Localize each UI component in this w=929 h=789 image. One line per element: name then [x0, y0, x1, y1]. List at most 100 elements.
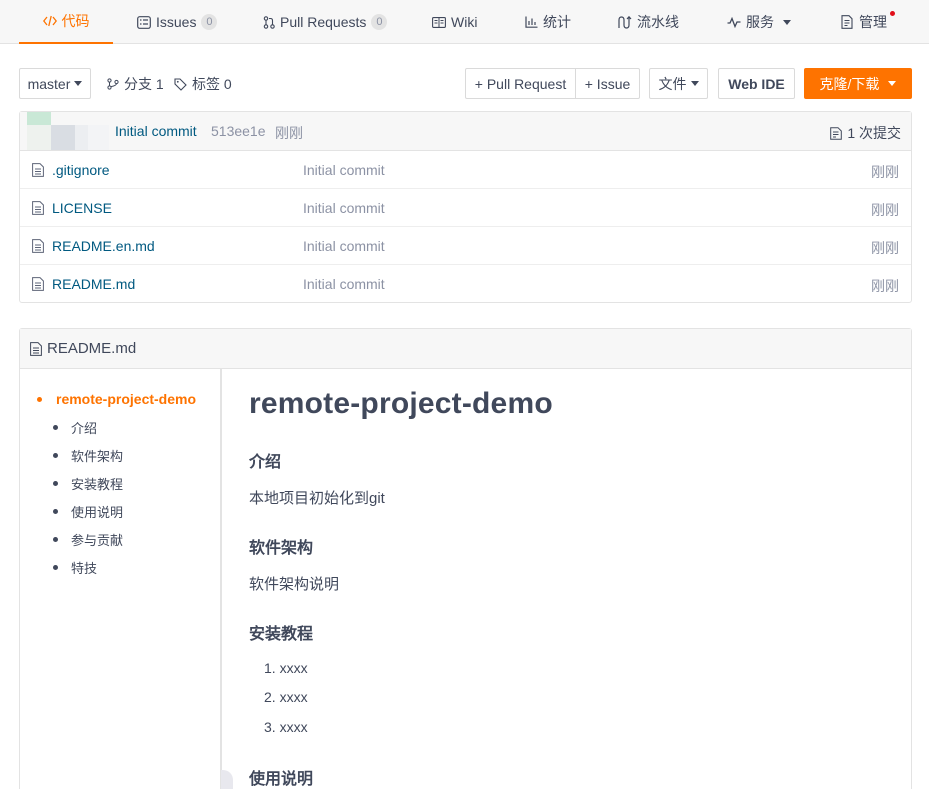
file-commit-message[interactable]: Initial commit — [303, 238, 385, 254]
readme-filename: README.md — [47, 340, 137, 357]
branch-icon — [107, 78, 119, 90]
branch-select[interactable]: master — [19, 68, 91, 99]
tab-stats-label: 统计 — [543, 14, 571, 30]
toc-item[interactable]: 参与贡献 — [71, 530, 123, 549]
readme-heading: remote-project-demo — [249, 387, 553, 420]
tags-label: 标签 0 — [192, 76, 232, 92]
toc-bullet — [53, 509, 58, 514]
readme-header: README.md — [20, 329, 911, 369]
file-name-link[interactable]: LICENSE — [52, 200, 112, 216]
latest-commit-message[interactable]: Initial commit — [115, 123, 197, 139]
tab-pull-requests-label: Pull Requests — [280, 14, 367, 30]
manage-icon — [841, 15, 854, 29]
commits-icon — [830, 126, 843, 140]
web-ide-button[interactable]: Web IDE — [718, 68, 795, 99]
pull-requests-count-badge: 0 — [371, 14, 388, 30]
toc-item[interactable]: 使用说明 — [71, 502, 123, 521]
web-ide-label: Web IDE — [728, 75, 785, 92]
toc-bullet — [53, 453, 58, 458]
toc-bullet — [53, 425, 58, 430]
readme-toc: remote-project-demo 介绍 软件架构 安装教程 使用说明 参与… — [20, 369, 222, 789]
toc-bullet — [53, 537, 58, 542]
file-menu-button[interactable]: 文件 — [649, 68, 708, 99]
toc-item[interactable]: 介绍 — [71, 418, 97, 437]
service-icon — [727, 16, 741, 28]
chevron-down-icon — [690, 81, 699, 86]
new-pull-request-button[interactable]: + Pull Request — [465, 68, 576, 99]
section-text-architecture: 软件架构说明 — [249, 576, 340, 593]
commit-count-link[interactable]: 1 次提交 — [830, 123, 901, 143]
commit-count-label: 1 次提交 — [847, 125, 901, 141]
chevron-down-icon — [74, 81, 83, 86]
tab-pull-requests[interactable]: Pull Requests 0 — [263, 0, 388, 44]
file-commit-message[interactable]: Initial commit — [303, 276, 385, 292]
toc-item[interactable]: 特技 — [71, 558, 97, 577]
tab-pipeline-label: 流水线 — [637, 14, 679, 30]
branches-link[interactable]: 分支 1 — [107, 74, 164, 94]
wiki-icon — [432, 16, 446, 28]
notification-dot — [890, 11, 895, 16]
code-icon — [42, 15, 57, 27]
tab-stats[interactable]: 统计 — [525, 0, 571, 44]
section-heading-install: 安装教程 — [249, 626, 314, 643]
resize-handle[interactable] — [221, 770, 233, 789]
latest-commit-time: 刚刚 — [275, 125, 303, 141]
list-item: 3. xxxx — [264, 719, 308, 735]
list-item: 2. xxxx — [264, 689, 308, 705]
file-commit-time: 刚刚 — [871, 278, 899, 294]
file-icon — [32, 163, 44, 180]
issues-icon — [137, 15, 151, 29]
file-commit-message[interactable]: Initial commit — [303, 200, 385, 216]
file-name-link[interactable]: README.en.md — [52, 238, 155, 254]
chevron-down-icon — [783, 19, 791, 25]
chevron-down-icon — [888, 81, 897, 86]
tab-manage-label: 管理 — [859, 14, 887, 30]
toc-item[interactable]: 软件架构 — [71, 446, 123, 465]
toc-bullet — [37, 397, 42, 402]
stats-icon — [525, 16, 538, 28]
file-name-link[interactable]: .gitignore — [52, 162, 110, 178]
tab-pipeline[interactable]: 流水线 — [618, 0, 679, 44]
toc-item-title[interactable]: remote-project-demo — [56, 391, 196, 407]
tab-code[interactable]: 代码 — [19, 0, 113, 44]
section-heading-architecture: 软件架构 — [249, 540, 314, 557]
file-menu-label: 文件 — [658, 75, 687, 92]
tags-link[interactable]: 标签 0 — [174, 74, 232, 94]
file-commit-message[interactable]: Initial commit — [303, 162, 385, 178]
toc-bullet — [53, 565, 58, 570]
clone-download-button[interactable]: 克隆/下载 — [804, 68, 912, 99]
section-text-intro: 本地项目初始化到git — [249, 490, 385, 507]
file-commit-time: 刚刚 — [871, 164, 899, 180]
file-row: README.md Initial commit 刚刚 — [20, 265, 911, 303]
issues-count-badge: 0 — [201, 14, 218, 30]
toc-item[interactable]: 安装教程 — [71, 474, 123, 493]
new-issue-button[interactable]: + Issue — [575, 68, 640, 99]
tab-service[interactable]: 服务 — [727, 0, 791, 44]
toc-bullet — [53, 481, 58, 486]
file-icon — [30, 341, 42, 356]
latest-commit-hash[interactable]: 513ee1e — [211, 123, 266, 139]
avatar — [27, 112, 109, 150]
branches-label: 分支 1 — [124, 76, 164, 92]
file-icon — [32, 201, 44, 218]
file-name-link[interactable]: README.md — [52, 276, 135, 292]
file-row: .gitignore Initial commit 刚刚 — [20, 151, 911, 189]
tab-wiki[interactable]: Wiki — [432, 0, 477, 44]
tab-service-label: 服务 — [746, 14, 774, 30]
new-issue-label: + Issue — [584, 75, 631, 92]
readme-title: README.md — [30, 340, 136, 357]
readme-panel: README.md remote-project-demo 介绍 软件架构 安装… — [19, 328, 912, 789]
clone-download-label: 克隆/下载 — [819, 75, 880, 92]
section-heading-usage: 使用说明 — [249, 771, 314, 788]
file-list: Initial commit 513ee1e 刚刚 1 次提交 .gitigno… — [19, 111, 912, 303]
file-commit-time: 刚刚 — [871, 240, 899, 256]
branch-select-label: master — [27, 75, 71, 92]
tab-issues-label: Issues — [156, 14, 197, 30]
file-icon — [32, 277, 44, 294]
repo-nav-tabs: 代码 Issues 0 Pull Requests 0 Wiki 统计 流水线 — [0, 0, 929, 44]
tab-issues[interactable]: Issues 0 — [137, 0, 218, 44]
tab-manage[interactable]: 管理 — [841, 0, 887, 44]
file-commit-time: 刚刚 — [871, 202, 899, 218]
file-icon — [32, 239, 44, 256]
tab-code-label: 代码 — [61, 13, 90, 29]
